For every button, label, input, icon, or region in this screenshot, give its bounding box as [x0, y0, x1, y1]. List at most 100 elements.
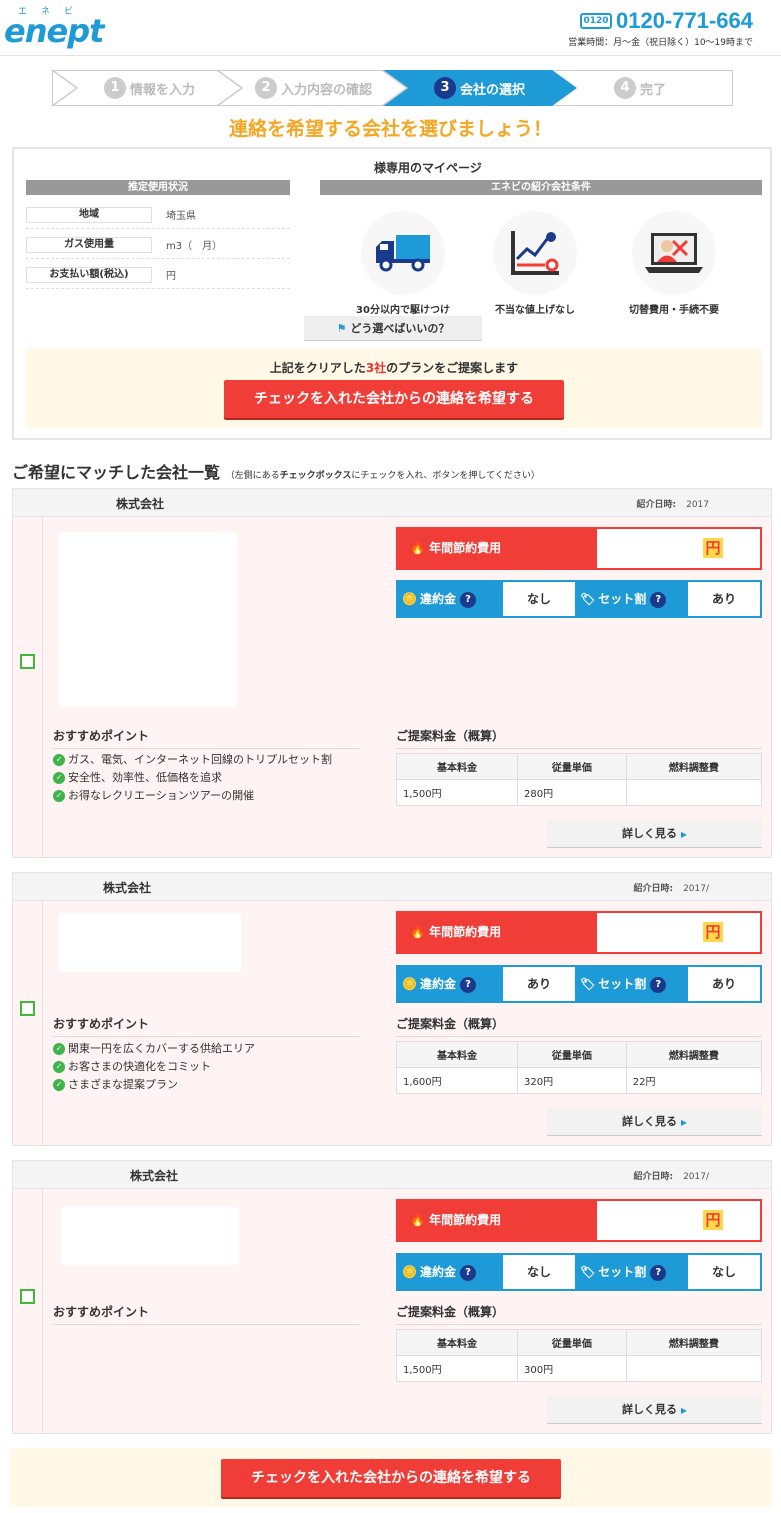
arrow-right-icon: ▶	[680, 1406, 687, 1415]
feature-no-price-hike: 不当な値上げなし	[475, 211, 595, 316]
check-icon: ✓	[53, 772, 65, 784]
coins-icon: 🪙	[402, 977, 417, 991]
annual-saving: 🔥 年間節約費用 円	[396, 911, 762, 954]
price-title: ご提案料金（概算）	[396, 727, 762, 749]
conditions-header: エネビの紹介会社条件	[320, 180, 762, 195]
company-checkbox[interactable]	[20, 1001, 35, 1016]
company-logo-image	[59, 913, 241, 972]
fee-bar: 🪙 違約金? なし 🏷 セット割? あり	[396, 580, 762, 618]
fire-icon: 🔥	[410, 541, 425, 555]
cta-area-bottom: チェックを入れた会社からの連絡を希望する	[10, 1448, 772, 1506]
feature-no-fee: 切替費用・手続不要	[614, 211, 734, 316]
list-item: ✓ さまざまな提案プラン	[53, 1076, 255, 1094]
price-table: 基本料金 従量単価 燃料調整費 1,600円 320円 22円	[395, 1041, 763, 1094]
check-icon: ✓	[53, 754, 65, 766]
feature-fast: 30分以内で駆けつけ	[343, 211, 463, 316]
coins-icon: 🪙	[402, 592, 417, 606]
flag-icon: ⚑	[336, 322, 347, 335]
company-card: 株式会社 紹介日時: 2017 🔥 年間節約費用 円 🪙 違約金? なし 🏷 セット割…	[12, 488, 772, 858]
annual-saving: 🔥 年間節約費用 円	[396, 1199, 762, 1242]
recommend-points-list: ✓ 関東一円を広くカバーする供給エリア ✓ お客さまの快適化をコミット ✓ さまざまな…	[53, 1040, 255, 1094]
company-card-header: 株式会社 紹介日時: 2017	[13, 489, 771, 517]
company-card: 株式会社 紹介日時: 2017/ 🔥 年間節約費用 円 🪙 違約金? あり 🏷 セット…	[12, 872, 772, 1146]
check-icon: ✓	[53, 790, 65, 802]
recommend-points-title: おすすめポイント	[53, 1303, 361, 1325]
company-list-hint: （左側にあるチェックボックスにチェックを入れ、ボタンを押してください）	[225, 471, 540, 481]
company-checkbox[interactable]	[20, 654, 35, 669]
annual-saving: 🔥 年間節約費用 円	[396, 527, 762, 570]
site-header: エネビ enept 0120 0120-771-664 営業時間：月〜金（祝日除…	[0, 0, 781, 56]
penalty-value: なし	[503, 582, 575, 616]
recommend-points-list: ✓ ガス、電気、インターネット回線のトリプルセット割 ✓ 安全性、効率性、低価格を追…	[53, 751, 332, 805]
step-1: 1 情報を入力	[104, 70, 195, 106]
page-headline: 連絡を希望する会社を選びましょう！	[228, 118, 552, 140]
tag-icon: 🏷	[580, 977, 596, 991]
company-list-title: ご希望にマッチした会社一覧 （左側にあるチェックボックスにチェックを入れ、ボタン…	[12, 463, 540, 482]
fee-bar: 🪙 違約金? なし 🏷 セット割? なし	[396, 1253, 762, 1291]
usage-row-payment: お支払い額(税込) 円	[26, 261, 290, 289]
list-item: ✓ お得なレクリエーションツアーの開催	[53, 787, 332, 805]
tag-icon: 🏷	[580, 1265, 596, 1279]
company-checkbox[interactable]	[20, 1289, 35, 1304]
company-card: 株式会社 紹介日時: 2017/ 🔥 年間節約費用 円 🪙 違約金? なし 🏷 セット…	[12, 1160, 772, 1434]
enepi-logo[interactable]: エネビ enept	[4, 4, 104, 50]
request-contact-button-bottom[interactable]: チェックを入れた会社からの連絡を希望する	[221, 1459, 561, 1497]
details-button[interactable]: 詳しく見る ▶	[547, 1395, 762, 1424]
list-item: ✓ 安全性、効率性、低価格を追求	[53, 769, 332, 787]
company-logo-image	[59, 532, 237, 707]
penalty-value: あり	[503, 967, 575, 1001]
phone-contact: 0120 0120-771-664 営業時間：月〜金（祝日除く）10〜19時まで	[568, 8, 753, 48]
help-icon[interactable]: ?	[650, 976, 667, 993]
usage-row-region: 地域 埼玉県	[26, 201, 290, 229]
help-icon[interactable]: ?	[459, 1264, 476, 1281]
usage-row-gas: ガス使用量 m3（ 月）	[26, 231, 290, 259]
mypage-panel: 様専用のマイページ 推定使用状況 エネビの紹介会社条件 地域 埼玉県 ガス使用量…	[12, 147, 772, 440]
laptop-icon	[632, 211, 716, 295]
company-name: 株式会社	[103, 881, 152, 895]
list-item: ✓ お客さまの快適化をコミット	[53, 1058, 255, 1076]
details-button[interactable]: 詳しく見る ▶	[547, 819, 762, 848]
fire-icon: 🔥	[410, 925, 425, 939]
help-icon[interactable]: ?	[459, 591, 476, 608]
fire-icon: 🔥	[410, 1213, 425, 1227]
company-name: 株式会社	[116, 497, 165, 511]
set-discount-value: あり	[688, 582, 760, 616]
tag-icon: 🏷	[580, 592, 596, 606]
help-icon[interactable]: ?	[650, 1264, 667, 1281]
truck-icon	[361, 211, 445, 295]
price-table: 基本料金 従量単価 燃料調整費 1,500円 280円	[395, 753, 763, 806]
company-card-header: 株式会社 紹介日時: 2017/	[13, 1161, 771, 1189]
how-to-choose-button[interactable]: ⚑ どう選べばいいの？	[304, 316, 482, 341]
chart-icon	[493, 211, 577, 295]
arrow-right-icon: ▶	[680, 1118, 687, 1127]
request-contact-button-top[interactable]: チェックを入れた会社からの連絡を希望する	[224, 380, 564, 418]
coins-icon: 🪙	[402, 1265, 417, 1279]
fee-bar: 🪙 違約金? あり 🏷 セット割? あり	[396, 965, 762, 1003]
set-discount-value: なし	[688, 1255, 760, 1289]
details-button[interactable]: 詳しく見る ▶	[547, 1107, 762, 1136]
arrow-right-icon: ▶	[680, 830, 687, 839]
mypage-title: 様専用のマイページ	[374, 161, 482, 175]
price-table: 基本料金 従量単価 燃料調整費 1,500円 300円	[395, 1329, 763, 1382]
penalty-value: なし	[503, 1255, 575, 1289]
price-title: ご提案料金（概算）	[396, 1015, 762, 1037]
help-icon[interactable]: ?	[459, 976, 476, 993]
list-item: ✓ 関東一円を広くカバーする供給エリア	[53, 1040, 255, 1058]
step-4: 4 完了	[614, 70, 666, 106]
step-2: 2 入力内容の確認	[255, 70, 372, 106]
phone-number[interactable]: 0120-771-664	[616, 8, 753, 34]
step-3-current: 3 会社の選択	[434, 70, 525, 106]
logo-text: enept	[4, 12, 104, 50]
business-hours: 営業時間：月〜金（祝日除く）10〜19時まで	[568, 38, 753, 48]
list-item: ✓ ガス、電気、インターネット回線のトリプルセット割	[53, 751, 332, 769]
intro-date: 紹介日時: 2017/	[633, 1172, 709, 1182]
check-icon: ✓	[53, 1079, 65, 1091]
help-icon[interactable]: ?	[650, 591, 667, 608]
free-dial-icon: 0120	[579, 13, 612, 29]
cta-area-top: 上記をクリアした3社のプランをご提案します チェックを入れた会社からの連絡を希望…	[26, 349, 762, 428]
intro-date: 紹介日時: 2017	[636, 500, 709, 510]
recommend-points-title: おすすめポイント	[53, 727, 361, 749]
intro-date: 紹介日時: 2017/	[633, 884, 709, 894]
price-title: ご提案料金（概算）	[396, 1303, 762, 1325]
recommend-points-title: おすすめポイント	[53, 1015, 361, 1037]
